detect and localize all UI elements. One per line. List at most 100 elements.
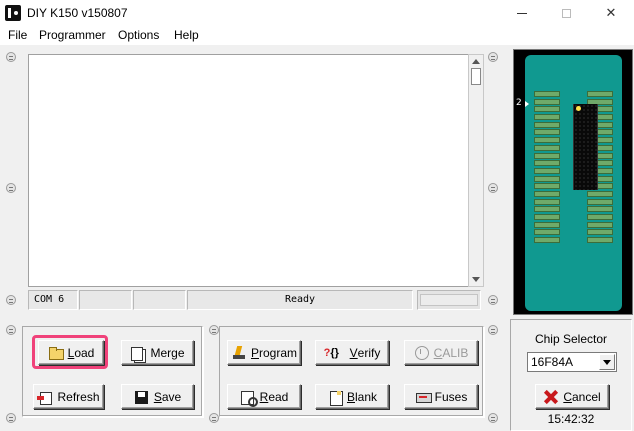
read-button[interactable]: Read — [227, 384, 301, 409]
calib-button: C ALIB — [404, 340, 478, 365]
fuses-label: Fuses — [434, 389, 468, 404]
socket-pin — [587, 198, 613, 205]
save-button[interactable]: Save — [121, 384, 194, 409]
blank-button[interactable]: Blank — [315, 384, 389, 409]
socket-pin — [534, 175, 560, 182]
read-mnemonic: R — [259, 389, 269, 404]
chevron-down-icon[interactable] — [599, 354, 615, 370]
close-icon: ✕ — [605, 5, 617, 20]
splitter-grip-icon[interactable] — [488, 325, 498, 335]
editor-scrollbar[interactable] — [468, 54, 484, 287]
menu-file[interactable]: File — [8, 28, 27, 42]
chip-body — [573, 104, 598, 190]
zif-socket — [525, 55, 622, 311]
verify-mnemonic: V — [349, 345, 358, 360]
status-bar: COM 6 Ready — [28, 290, 483, 310]
merge-button[interactable]: Merge — [121, 340, 194, 365]
status-cell-3 — [133, 290, 186, 310]
blank-label: lank — [355, 389, 378, 404]
splitter-grip-icon[interactable] — [488, 183, 498, 193]
program-button[interactable]: Program — [227, 340, 301, 365]
splitter-grip-icon[interactable] — [6, 413, 16, 423]
socket-pin — [534, 221, 560, 228]
maximize-button[interactable] — [544, 0, 588, 26]
socket-pin — [534, 183, 560, 190]
pin1-dot-icon — [576, 106, 581, 111]
menu-programmer[interactable]: Programmer — [39, 28, 106, 42]
splitter-grip-icon[interactable] — [488, 295, 498, 305]
splitter-grip-icon[interactable] — [488, 413, 498, 423]
blank-mnemonic: B — [346, 389, 355, 404]
pin1-arrow-icon — [525, 101, 529, 107]
chip-select-dropdown[interactable]: 16F84A — [527, 352, 617, 372]
socket-pin — [587, 237, 613, 244]
fuses-button[interactable]: Fuses — [404, 384, 478, 409]
hex-editor-panel[interactable] — [28, 54, 484, 287]
splitter-grip-icon[interactable] — [488, 52, 498, 62]
socket-pin — [534, 237, 560, 244]
load-button-highlight — [32, 335, 108, 369]
save-label: ave — [161, 389, 182, 404]
splitter-grip-icon[interactable] — [209, 413, 219, 423]
refresh-button[interactable]: Refresh — [33, 384, 104, 409]
verify-icon: ?{} — [323, 346, 339, 359]
scroll-up-icon[interactable] — [472, 59, 480, 64]
socket-pin — [587, 221, 613, 228]
status-cell-2 — [79, 290, 132, 310]
save-mnemonic: S — [153, 389, 162, 404]
read-label: ead — [268, 389, 289, 404]
minimize-button[interactable] — [500, 0, 544, 26]
socket-pin — [534, 137, 560, 144]
socket-pin — [534, 129, 560, 136]
cancel-button[interactable]: Cancel — [535, 384, 609, 409]
fuses-icon — [415, 390, 432, 404]
title-bar: DIY K150 v150807 ✕ — [0, 0, 634, 26]
socket-pin — [534, 114, 560, 121]
splitter-grip-icon[interactable] — [6, 325, 16, 335]
read-icon — [240, 390, 258, 407]
menu-options[interactable]: Options — [118, 28, 159, 42]
splitter-grip-icon[interactable] — [6, 295, 16, 305]
socket-pin — [534, 214, 560, 220]
program-mnemonic: P — [250, 345, 259, 360]
minimize-icon — [517, 12, 527, 14]
verify-label: erify — [357, 345, 381, 360]
chip-select-value: 16F84A — [531, 355, 574, 369]
socket-pins-left — [534, 91, 560, 245]
merge-label: Merge — [150, 345, 185, 360]
splitter-grip-icon[interactable] — [209, 325, 219, 335]
menu-help[interactable]: Help — [174, 28, 199, 42]
clock-display: 15:42:32 — [547, 412, 595, 426]
maximize-icon — [561, 8, 571, 18]
calib-label: ALIB — [442, 345, 469, 360]
status-port: COM 6 — [28, 290, 78, 310]
chip-socket-view: 2 — [513, 49, 633, 315]
splitter-grip-icon[interactable] — [6, 183, 16, 193]
scroll-down-icon[interactable] — [472, 277, 480, 282]
refresh-label: Refresh — [57, 389, 100, 404]
socket-pin — [534, 160, 560, 167]
socket-pin — [534, 190, 560, 197]
program-label: rogram — [259, 345, 298, 360]
socket-pin — [587, 91, 613, 97]
program-icon — [231, 346, 247, 360]
app-icon — [5, 5, 21, 21]
scroll-thumb[interactable] — [471, 68, 481, 85]
clock-calibrate-icon — [414, 345, 430, 360]
close-button[interactable]: ✕ — [589, 0, 633, 26]
splitter-grip-icon[interactable] — [6, 52, 16, 62]
blank-page-icon — [327, 390, 343, 406]
menu-bar: File Programmer Options Help — [0, 26, 634, 45]
socket-pin — [587, 206, 613, 213]
calib-mnemonic: C — [433, 345, 443, 360]
status-progress — [417, 290, 481, 310]
socket-pin — [534, 229, 560, 236]
refresh-icon — [37, 390, 53, 405]
chip-selector-panel: Chip Selector 16F84A Cancel 15:42:32 — [510, 319, 632, 431]
status-message: Ready — [187, 290, 413, 310]
socket-pin — [534, 206, 560, 213]
cancel-label: ancel — [571, 389, 601, 404]
socket-pin — [534, 91, 560, 97]
verify-button[interactable]: ?{} Verify — [315, 340, 389, 365]
window-title: DIY K150 v150807 — [27, 6, 128, 20]
